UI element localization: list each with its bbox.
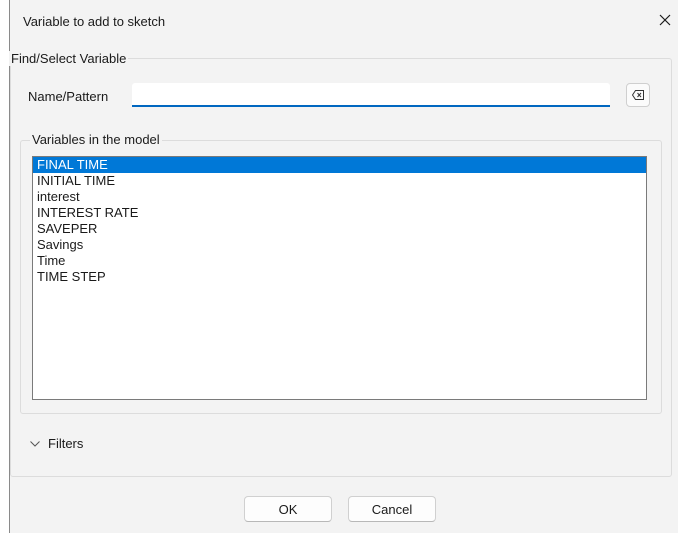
close-icon <box>659 14 671 26</box>
variables-group-title: Variables in the model <box>30 132 162 147</box>
list-item-final-time[interactable]: FINAL TIME <box>33 157 646 173</box>
ok-button[interactable]: OK <box>244 496 332 522</box>
cancel-button[interactable]: Cancel <box>348 496 436 522</box>
clear-pattern-button[interactable] <box>626 83 650 107</box>
name-pattern-label: Name/Pattern <box>28 89 109 104</box>
list-item-savings[interactable]: Savings <box>33 237 646 253</box>
list-item-interest[interactable]: interest <box>33 189 646 205</box>
chevron-down-icon <box>30 440 40 447</box>
title-bar: Variable to add to sketch <box>10 0 678 40</box>
filters-expander[interactable]: Filters <box>30 436 83 451</box>
list-item-time-step[interactable]: TIME STEP <box>33 269 646 285</box>
dialog-title: Variable to add to sketch <box>23 14 166 29</box>
filters-label: Filters <box>48 436 84 451</box>
backspace-icon <box>632 90 644 100</box>
list-item-interest-rate[interactable]: INTEREST RATE <box>33 205 646 221</box>
name-pattern-input[interactable] <box>132 83 610 107</box>
variables-listbox[interactable]: FINAL TIME INITIAL TIME interest INTERES… <box>32 156 647 400</box>
list-item-saveper[interactable]: SAVEPER <box>33 221 646 237</box>
close-button[interactable] <box>651 6 678 34</box>
find-select-group-title: Find/Select Variable <box>9 51 129 66</box>
list-item-initial-time[interactable]: INITIAL TIME <box>33 173 646 189</box>
list-item-time[interactable]: Time <box>33 253 646 269</box>
